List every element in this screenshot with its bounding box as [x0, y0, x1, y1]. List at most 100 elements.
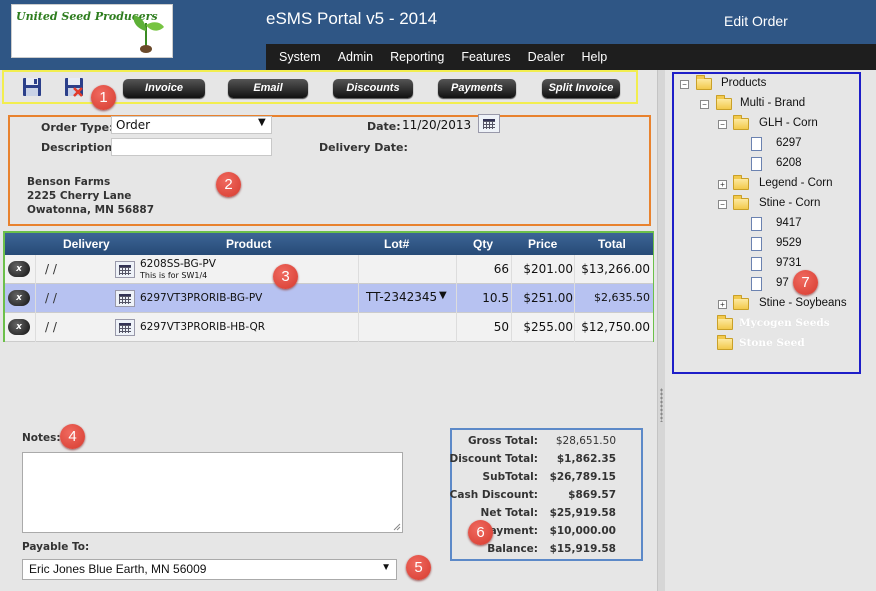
net-total-value: $25,919.58: [549, 507, 616, 519]
col-lot[interactable]: Lot#: [384, 237, 409, 251]
payment-value: $10,000.00: [549, 525, 616, 537]
tree-node-label: 6297: [776, 137, 802, 149]
menu-system[interactable]: System: [279, 44, 321, 64]
grid-header: Delivery Product Lot# Qty Price Total: [5, 233, 653, 255]
chevron-down-icon[interactable]: ▼: [439, 290, 447, 301]
expand-icon[interactable]: +: [718, 180, 727, 189]
col-delivery[interactable]: Delivery: [63, 237, 110, 251]
folder-icon: [717, 335, 733, 350]
split-invoice-button[interactable]: Split Invoice: [542, 79, 620, 98]
product-note: This is for SW1/4: [140, 271, 208, 280]
cell-divider: [511, 284, 512, 313]
qty-value: 50: [493, 320, 509, 334]
menu-features[interactable]: Features: [461, 44, 510, 64]
col-product[interactable]: Product: [226, 237, 271, 251]
discounts-button[interactable]: Discounts: [333, 79, 413, 98]
product-value: 6297VT3PRORIB-BG-PV: [140, 292, 263, 304]
menu-help[interactable]: Help: [582, 44, 608, 64]
folder-icon: [733, 195, 749, 210]
delete-row-button[interactable]: x: [8, 319, 30, 335]
lot-value[interactable]: TT-2342345: [366, 290, 437, 304]
calendar-icon[interactable]: [478, 114, 500, 133]
menu-admin[interactable]: Admin: [338, 44, 373, 64]
product-value: 6208SS-BG-PV: [140, 258, 216, 270]
description-input[interactable]: [111, 138, 272, 156]
payable-to-value: Eric Jones Blue Earth, MN 56009: [29, 562, 207, 576]
save-cancel-icon[interactable]: [64, 77, 84, 97]
price-value: $251.00: [523, 291, 573, 305]
delivery-date-label: Delivery Date:: [319, 141, 408, 154]
tree-node-label: Mycogen Seeds: [739, 317, 830, 329]
order-type-value: Order: [116, 118, 151, 132]
delete-row-button[interactable]: x: [8, 290, 30, 306]
cell-divider: [574, 313, 575, 342]
cell-divider: [456, 284, 457, 313]
cash-discount-value: $869.57: [568, 489, 616, 501]
collapse-icon[interactable]: −: [718, 200, 727, 209]
date-label: Date:: [367, 120, 401, 133]
expand-icon[interactable]: +: [718, 300, 727, 309]
order-type-label: Order Type:: [41, 121, 114, 134]
total-value: $2,635.50: [594, 291, 650, 304]
calendar-icon[interactable]: [115, 290, 135, 307]
cell-divider: [574, 284, 575, 313]
cell-divider: [358, 284, 359, 313]
collapse-icon[interactable]: −: [700, 100, 709, 109]
order-type-select[interactable]: Order ▼: [111, 116, 272, 134]
badge-1: 1: [91, 85, 116, 110]
balance-label: Balance:: [487, 543, 538, 555]
subtotal-label: SubTotal:: [482, 471, 538, 483]
cell-divider: [358, 313, 359, 342]
tree-node-label: GLH - Corn: [759, 117, 818, 129]
app-title: eSMS Portal v5 - 2014: [266, 9, 438, 28]
tree-node-label: Stine - Soybeans: [759, 297, 847, 309]
payments-button[interactable]: Payments: [438, 79, 516, 98]
invoice-button[interactable]: Invoice: [123, 79, 205, 98]
total-value: $13,266.00: [581, 262, 650, 276]
folder-icon: [733, 115, 749, 130]
discount-total-value: $1,862.35: [556, 453, 616, 465]
tree-node-label: 6208: [776, 157, 802, 169]
document-icon: [751, 157, 762, 171]
tree-node-label: Stone Seed: [739, 337, 805, 349]
cell-divider: [511, 255, 512, 284]
tree-node-label: 97: [776, 277, 789, 289]
folder-icon: [717, 315, 733, 330]
collapse-icon[interactable]: −: [718, 120, 727, 129]
document-icon: [751, 137, 762, 151]
delivery-value: / /: [45, 320, 57, 334]
discount-total-label: Discount Total:: [449, 453, 538, 465]
col-qty[interactable]: Qty: [473, 237, 493, 251]
panel-splitter[interactable]: [657, 70, 665, 591]
logo: United Seed Producers: [11, 4, 173, 58]
save-icon[interactable]: [22, 77, 42, 97]
gross-total-label: Gross Total:: [467, 435, 538, 447]
qty-value: 10.5: [482, 291, 509, 305]
description-label: Description:: [41, 141, 117, 154]
product-value: 6297VT3PRORIB-HB-QR: [140, 321, 266, 333]
col-total[interactable]: Total: [598, 237, 626, 251]
folder-icon: [733, 175, 749, 190]
menu-dealer[interactable]: Dealer: [528, 44, 565, 64]
notes-textarea[interactable]: [22, 452, 403, 533]
cell-divider: [35, 313, 36, 342]
order-panel: Invoice Email Discounts Payments Split I…: [0, 70, 657, 591]
calendar-icon[interactable]: [115, 261, 135, 278]
cell-divider: [456, 313, 457, 342]
net-total-label: Net Total:: [480, 507, 538, 519]
menu-reporting[interactable]: Reporting: [390, 44, 444, 64]
collapse-icon[interactable]: −: [680, 80, 689, 89]
cell-divider: [35, 284, 36, 313]
calendar-icon[interactable]: [115, 319, 135, 336]
col-price[interactable]: Price: [528, 237, 557, 251]
chevron-down-icon: ▼: [258, 117, 266, 128]
price-value: $201.00: [523, 262, 573, 276]
resize-handle-icon[interactable]: [393, 523, 401, 531]
delete-row-button[interactable]: x: [8, 261, 30, 277]
payable-to-select[interactable]: Eric Jones Blue Earth, MN 56009 ▼: [22, 559, 397, 580]
table-row[interactable]: x / / 6297VT3PRORIB-BG-PV TT-2342345 ▼ 1…: [5, 284, 653, 313]
drag-handle-icon[interactable]: [660, 388, 663, 422]
email-button[interactable]: Email: [228, 79, 308, 98]
table-row[interactable]: x / / 6297VT3PRORIB-HB-QR 50 $255.00 $12…: [5, 313, 653, 342]
table-row[interactable]: x / / 6208SS-BG-PV This is for SW1/4 66 …: [5, 255, 653, 284]
